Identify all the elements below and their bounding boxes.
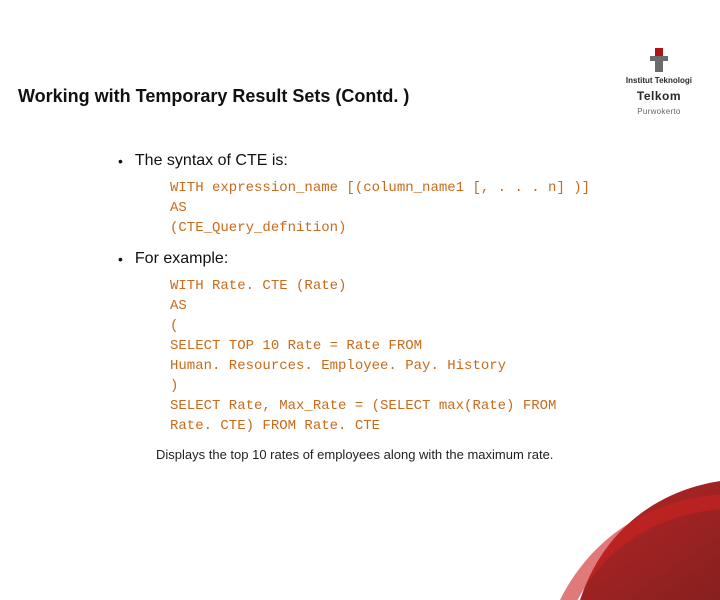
syntax-code-block: WITH expression_name [(column_name1 [, .…: [170, 178, 678, 238]
example-code-block: WITH Rate. CTE (Rate) AS ( SELECT TOP 10…: [170, 276, 678, 436]
logo-sub-text: Purwokerto: [637, 107, 680, 116]
code-line: (CTE_Query_defnition): [170, 218, 678, 238]
bullet-text: For example:: [135, 248, 228, 270]
code-line: Human. Resources. Employee. Pay. History: [170, 356, 678, 376]
code-line: ): [170, 376, 678, 396]
bullet-item: • The syntax of CTE is:: [118, 150, 678, 172]
bullet-text: The syntax of CTE is:: [135, 150, 288, 172]
page-title: Working with Temporary Result Sets (Cont…: [18, 86, 409, 107]
caption-text: Displays the top 10 rates of employees a…: [156, 446, 576, 464]
code-line: SELECT TOP 10 Rate = Rate FROM: [170, 336, 678, 356]
code-line: WITH expression_name [(column_name1 [, .…: [170, 178, 678, 198]
bullet-dot-icon: •: [118, 150, 123, 172]
content-area: • The syntax of CTE is: WITH expression_…: [118, 150, 678, 464]
logo-name-text: Telkom: [637, 89, 681, 103]
code-line: (: [170, 316, 678, 336]
brand-logo: Institut Teknologi Telkom Purwokerto: [626, 48, 692, 116]
telkom-logo-icon: [644, 48, 674, 72]
logo-inst-text: Institut Teknologi: [626, 76, 692, 85]
bullet-item: • For example:: [118, 248, 678, 270]
code-line: AS: [170, 296, 678, 316]
bullet-dot-icon: •: [118, 248, 123, 270]
code-line: SELECT Rate, Max_Rate = (SELECT max(Rate…: [170, 396, 678, 416]
code-line: AS: [170, 198, 678, 218]
code-line: WITH Rate. CTE (Rate): [170, 276, 678, 296]
code-line: Rate. CTE) FROM Rate. CTE: [170, 416, 678, 436]
